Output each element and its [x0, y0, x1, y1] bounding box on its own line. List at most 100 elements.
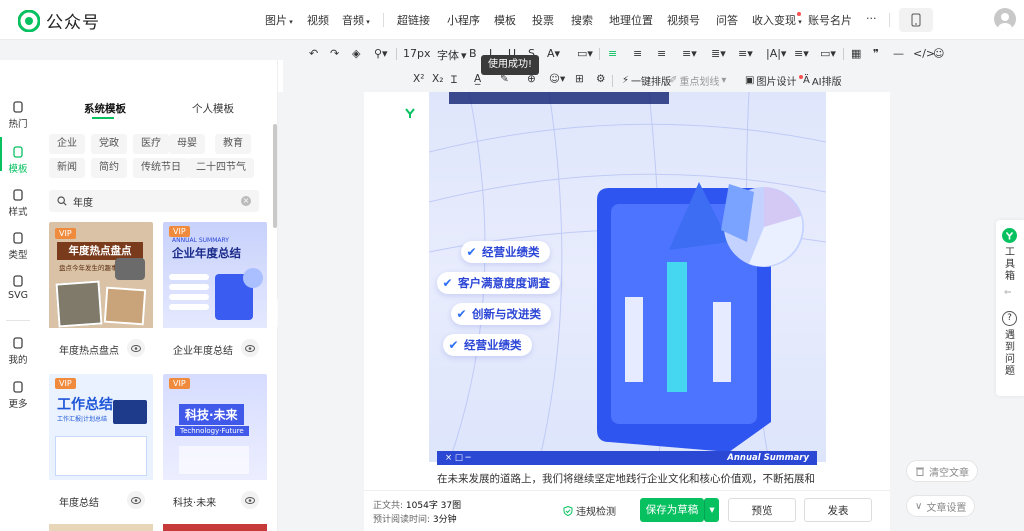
- superscript-icon[interactable]: X²: [413, 73, 424, 85]
- save-draft-button[interactable]: 保存为草稿: [640, 498, 704, 522]
- clear-search-icon[interactable]: ×: [241, 196, 251, 206]
- preview-eye-icon[interactable]: [241, 491, 259, 509]
- rail-item-5[interactable]: 我的: [0, 336, 36, 366]
- arrow-left-icon[interactable]: ⇐: [1004, 288, 1012, 298]
- violation-check-button[interactable]: 违规检测: [563, 503, 616, 518]
- category-chip[interactable]: 新闻: [49, 158, 85, 178]
- divider-icon[interactable]: —: [893, 47, 904, 60]
- menu-item[interactable]: 视频: [307, 12, 329, 28]
- tab-personal-templates[interactable]: 个人模板: [192, 101, 234, 116]
- menu-item[interactable]: 问答: [716, 12, 738, 28]
- category-chip[interactable]: 二十四节气: [188, 158, 254, 178]
- redo-icon[interactable]: ↷: [330, 47, 339, 60]
- template-card[interactable]: VIP 工作总结 工作汇报|计划总结 年度总结: [49, 374, 153, 514]
- indent-icon[interactable]: ≡▾: [682, 47, 697, 60]
- letter-spacing-icon[interactable]: |A|▾: [766, 47, 786, 60]
- menu-item[interactable]: 收入变现 ▾: [752, 12, 802, 28]
- clear-article-button[interactable]: 清空文章: [906, 460, 978, 482]
- spacing-icon[interactable]: ≡▾: [738, 47, 753, 60]
- format-painter-icon[interactable]: ◈: [352, 47, 360, 60]
- template-card[interactable]: VIP 科技·未来 Technology·Future 科技·未来: [163, 374, 267, 514]
- quote-icon[interactable]: ❞: [873, 47, 879, 60]
- menu-item[interactable]: 地理位置: [609, 12, 653, 28]
- category-chip[interactable]: 母婴: [169, 134, 205, 154]
- article-body-text[interactable]: 在未来发展的道路上，我们将继续坚定地践行企业文化和核心价值观，不断拓展和: [437, 471, 817, 486]
- menu-item[interactable]: 视频号: [667, 12, 700, 28]
- template-card-partial[interactable]: [163, 524, 267, 531]
- code-icon[interactable]: </>: [913, 47, 935, 60]
- publish-button[interactable]: 发表: [804, 498, 872, 522]
- category-chip[interactable]: 党政: [91, 134, 127, 154]
- menu-item[interactable]: 搜索: [571, 12, 593, 28]
- menu-item[interactable]: 音频 ▾: [342, 12, 370, 28]
- menu-item[interactable]: 图片 ▾: [265, 12, 293, 28]
- ai-layout-button[interactable]: Ä AI排版: [803, 73, 842, 88]
- bold-icon[interactable]: B: [469, 47, 477, 60]
- panel-scrollbar[interactable]: [273, 124, 277, 228]
- poster-image[interactable]: ✔ 经营业绩类 ✔ 客户满意度度调查 ✔ 创新与改进类 ✔ 经营业绩类: [429, 92, 826, 462]
- font-size-select[interactable]: 17px: [403, 47, 431, 60]
- preview-eye-icon[interactable]: [127, 339, 145, 357]
- category-chip[interactable]: 医疗: [133, 134, 169, 154]
- align-center-icon[interactable]: ≡: [633, 47, 642, 60]
- highlight-icon[interactable]: ▭▾: [577, 47, 593, 60]
- font-color-icon[interactable]: A▾: [547, 47, 560, 60]
- emoji-icon[interactable]: ☺: [933, 47, 944, 60]
- app-logo[interactable]: 公众号: [18, 8, 100, 33]
- template-card[interactable]: VIP ANNUAL SUMMARY 企业年度总结 企业年度总结: [163, 222, 267, 362]
- thumb-subtitle: Technology·Future: [175, 426, 249, 436]
- preview-eye-icon[interactable]: [127, 491, 145, 509]
- category-chip[interactable]: 企业: [49, 134, 85, 154]
- plugin-marker-icon[interactable]: [403, 106, 417, 120]
- emoji2-icon[interactable]: ☺▾: [549, 73, 565, 85]
- toolbox-button[interactable]: 工具箱: [996, 247, 1024, 283]
- template-search[interactable]: 年度 ×: [49, 190, 259, 212]
- category-chip[interactable]: 传统节日: [133, 158, 189, 178]
- template-card-partial[interactable]: [49, 524, 153, 531]
- preview-button[interactable]: 预览: [728, 498, 796, 522]
- one-click-layout-button[interactable]: ⚡ 一键排版: [622, 73, 671, 88]
- menu-item[interactable]: 投票: [532, 12, 554, 28]
- rail-item-2[interactable]: 样式: [0, 188, 36, 218]
- grid-icon[interactable]: ⊞: [575, 73, 584, 85]
- font-family-select[interactable]: 字体 ▾: [437, 47, 467, 63]
- rail-item-4[interactable]: SVG: [0, 274, 36, 301]
- rail-active-indicator: [0, 137, 2, 171]
- save-dropdown-button[interactable]: ▾: [704, 498, 719, 522]
- category-chip[interactable]: 教育: [215, 134, 251, 154]
- category-chip[interactable]: 简约: [91, 158, 127, 178]
- preview-eye-icon[interactable]: [241, 339, 259, 357]
- table-icon[interactable]: ▦: [851, 47, 861, 60]
- image-design-button[interactable]: ▣ 图片设计: [745, 73, 804, 88]
- rail-item-0[interactable]: 热门: [0, 100, 36, 130]
- template-card[interactable]: VIP 年度热点盘点 盘点今年发生的趣事 年度热点盘点: [49, 222, 153, 362]
- rail-item-3[interactable]: 类型: [0, 231, 36, 261]
- line-height-icon[interactable]: ≣▾: [711, 47, 726, 60]
- menu-item[interactable]: 账号名片: [808, 12, 852, 28]
- report-problem-button[interactable]: 遇到问题: [996, 330, 1024, 378]
- menu-item[interactable]: 模板: [494, 12, 516, 28]
- border-icon[interactable]: ▭▾: [820, 47, 836, 60]
- undo-icon[interactable]: ↶: [309, 47, 318, 60]
- article-settings-button[interactable]: ∨ 文章设置: [906, 495, 976, 517]
- tab-system-templates[interactable]: 系统模板: [84, 101, 126, 116]
- menu-item[interactable]: ···: [866, 12, 877, 25]
- preview-phone-button[interactable]: [899, 8, 933, 32]
- menu-item[interactable]: 超链接: [397, 12, 430, 28]
- clear-format-icon[interactable]: ⚲▾: [374, 47, 388, 60]
- text-style-icon[interactable]: A̲: [474, 73, 481, 85]
- rail-item-1[interactable]: 模板: [0, 145, 36, 175]
- highlight-line-button[interactable]: ✐ 重点划线 ▾: [669, 73, 726, 88]
- align-left-icon[interactable]: ≡: [608, 47, 617, 60]
- menu-item[interactable]: 小程序: [447, 12, 480, 28]
- question-icon[interactable]: ?: [1002, 311, 1017, 326]
- align-right-icon[interactable]: ≡: [657, 47, 666, 60]
- search-input[interactable]: 年度: [73, 194, 93, 209]
- user-avatar[interactable]: [994, 8, 1016, 30]
- rail-item-6[interactable]: 更多: [0, 380, 36, 410]
- subscript-icon[interactable]: X₂: [432, 73, 443, 85]
- settings-icon[interactable]: ⚙: [596, 73, 605, 85]
- clear-icon[interactable]: Ɪ: [451, 73, 457, 87]
- toolbox-logo-icon[interactable]: [1002, 228, 1017, 243]
- list-icon[interactable]: ≡▾: [794, 47, 809, 60]
